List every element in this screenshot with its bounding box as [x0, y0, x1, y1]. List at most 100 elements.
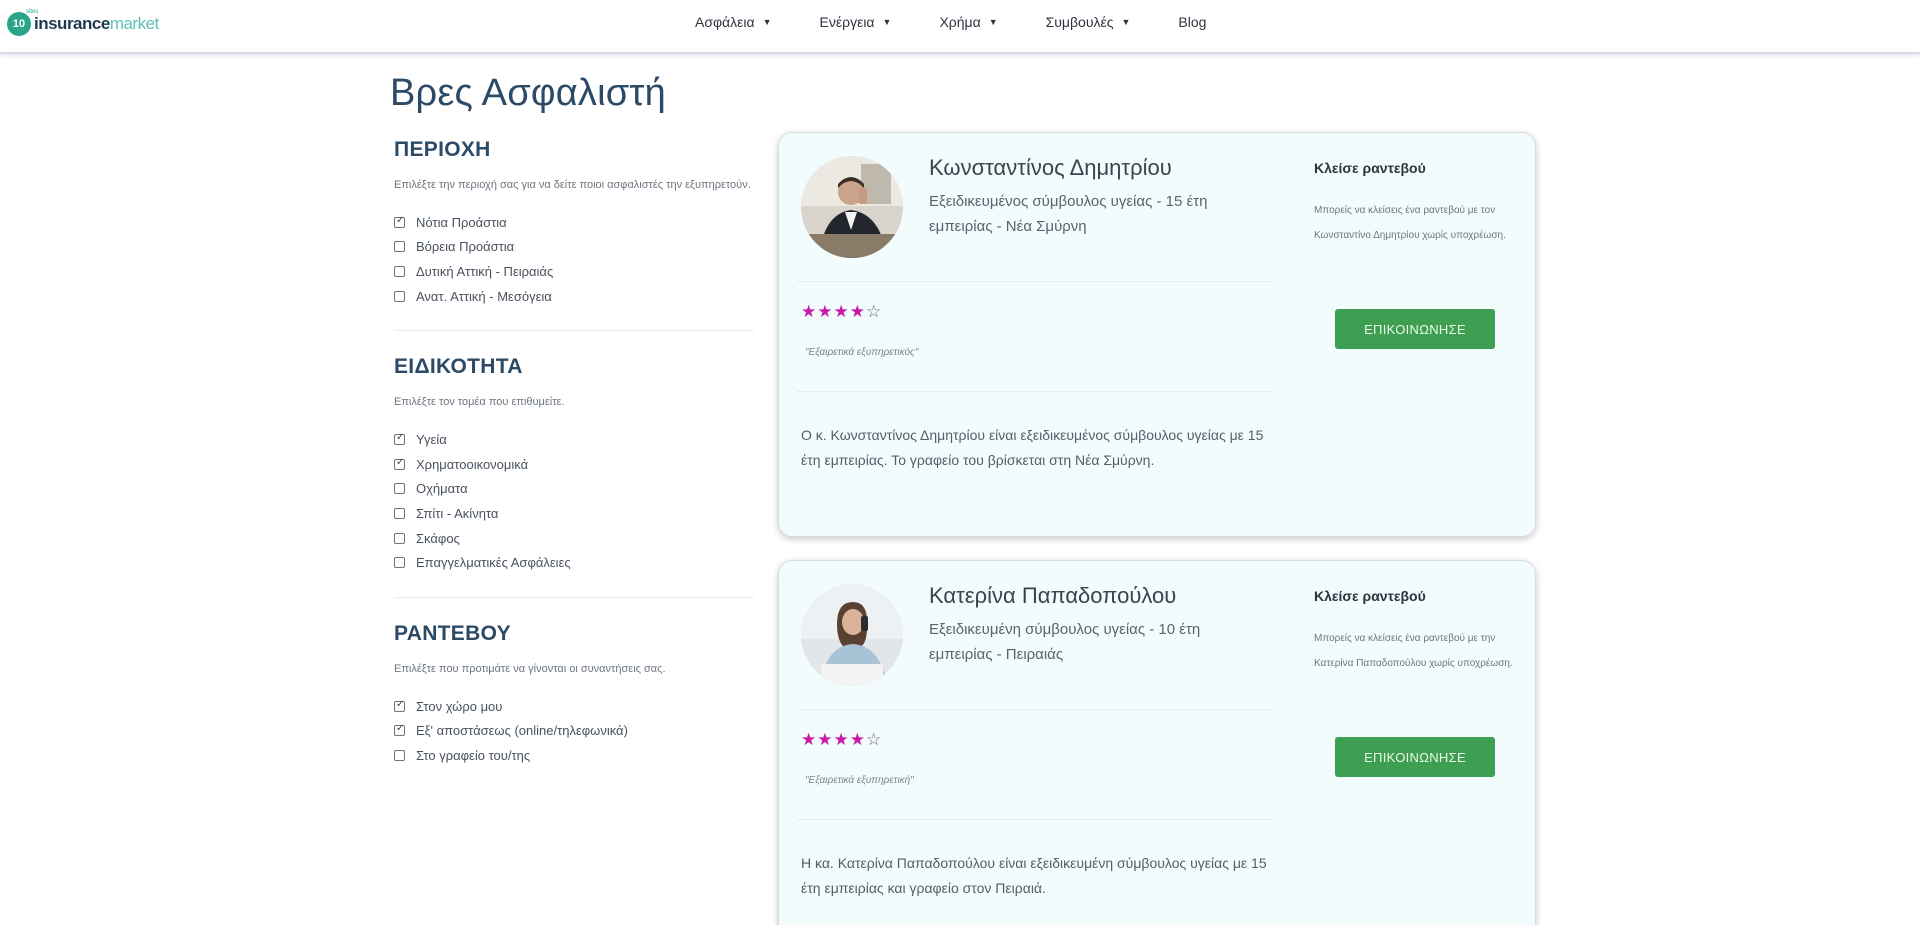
star-empty-icon: ☆	[866, 730, 882, 749]
option-label: Επαγγελματικές Ασφάλειες	[416, 555, 571, 571]
rating-stars: ★ ★ ★ ★ ☆	[801, 731, 882, 748]
chevron-down-icon: ▼	[762, 17, 772, 27]
option-label: Ανατ. Αττική - Μεσόγεια	[416, 288, 552, 304]
advisor-card: Κατερίνα Παπαδοπούλου Εξειδικευμένη σύμβ…	[778, 560, 1536, 925]
site-header: 10 sites insurancemarket Ασφάλεια ▼ Ενέρ…	[0, 0, 1920, 54]
nav-item-money[interactable]: Χρήμα ▼	[939, 14, 997, 30]
star-filled-icon: ★	[801, 730, 817, 749]
card-divider	[797, 819, 1272, 820]
option-label: Στον χώρο μου	[416, 698, 503, 714]
filter-heading: ΕΙΔΙΚΟΤΗΤΑ	[394, 355, 523, 379]
logo-brand-bold: insurance	[34, 14, 110, 33]
star-filled-icon: ★	[801, 302, 817, 321]
filter-appointment: ΡΑΝΤΕΒΟΥ Επιλέξτε που προτιμάτε να γίνον…	[394, 622, 754, 790]
filter-heading: ΠΕΡΙΟΧΗ	[394, 138, 491, 161]
appointment-title: Κλείσε ραντεβού	[1314, 160, 1426, 176]
checkbox[interactable]	[394, 457, 405, 470]
filter-description: Επιλέξτε που προτιμάτε να γίνονται οι συ…	[394, 662, 666, 675]
option-label: Δυτική Αττική - Πειραιάς	[416, 263, 554, 279]
option-label: Σπίτι - Ακίνητα	[416, 505, 499, 521]
star-filled-icon: ★	[833, 730, 849, 749]
checkbox[interactable]	[394, 432, 405, 446]
filter-option[interactable]: Οχήματα	[394, 477, 754, 502]
checkbox[interactable]	[394, 265, 405, 277]
appointment-description: Μπορείς να κλείσεις ένα ραντεβού με την …	[1314, 633, 1513, 669]
advisor-card: Κωνσταντίνος Δημητρίου Εξειδικευμένος σύ…	[778, 132, 1536, 537]
advisor-role: Εξειδικευμένος σύμβουλος υγείας - 15 έτη…	[929, 193, 1208, 235]
star-filled-icon: ★	[817, 730, 833, 749]
filter-description: Επιλέξτε την περιοχή σας για να δείτε πο…	[394, 179, 751, 191]
contact-button[interactable]: ΕΠΙΚΟΙΝΩΝΗΣΕ	[1335, 309, 1495, 349]
option-label: Σκάφος	[416, 530, 460, 546]
option-label: Στο γραφείο του/της	[416, 747, 531, 763]
filter-option[interactable]: Εξ' αποστάσεως (online/τηλεφωνικά)	[394, 719, 754, 744]
page-title: Βρες Ασφαλιστή	[390, 72, 666, 114]
filter-description: Επιλέξτε τον τομέα που επιθυμείτε.	[394, 396, 565, 409]
main-nav: Ασφάλεια ▼ Ενέργεια ▼ Χρήμα ▼ Συμβουλές …	[695, 14, 1206, 30]
nav-label: Blog	[1178, 14, 1207, 30]
card-divider	[797, 281, 1272, 282]
star-empty-icon: ☆	[866, 302, 882, 321]
advisor-bio: Ο κ. Κωνσταντίνος Δημητρίου είναι εξειδι…	[801, 427, 1264, 468]
chevron-down-icon: ▼	[882, 17, 892, 27]
option-label: Νότια Προάστια	[416, 214, 507, 230]
checkbox[interactable]	[394, 241, 405, 253]
chevron-down-icon: ▼	[988, 17, 998, 27]
filter-option[interactable]: Ανατ. Αττική - Μεσόγεια	[394, 284, 754, 309]
filter-option[interactable]: Νότια Προάστια	[394, 210, 754, 235]
nav-item-advice[interactable]: Συμβουλές ▼	[1046, 14, 1131, 30]
checkbox[interactable]	[394, 507, 405, 519]
advisor-name: Κωνσταντίνος Δημητρίου	[929, 155, 1172, 180]
contact-button[interactable]: ΕΠΙΚΟΙΝΩΝΗΣΕ	[1335, 737, 1495, 777]
option-label: Οχήματα	[416, 481, 468, 497]
nav-item-insurance[interactable]: Ασφάλεια ▼	[695, 14, 772, 30]
review-quote: "Εξαιρετικά εξυπηρετικός"	[805, 347, 919, 358]
checkbox[interactable]	[394, 723, 405, 737]
checkbox[interactable]	[394, 532, 405, 544]
nav-item-energy[interactable]: Ενέργεια ▼	[820, 14, 892, 30]
advisor-name: Κατερίνα Παπαδοπούλου	[929, 583, 1177, 608]
review-quote: "Εξαιρετικά εξυπηρετική"	[805, 775, 914, 786]
star-filled-icon: ★	[833, 302, 849, 321]
rating-stars: ★ ★ ★ ★ ☆	[801, 303, 882, 320]
star-filled-icon: ★	[849, 302, 865, 321]
filter-option[interactable]: Χρηματοοικονομικά	[394, 452, 754, 477]
filter-option[interactable]: Βόρεια Προάστια	[394, 235, 754, 260]
nav-label: Ενέργεια	[819, 14, 875, 30]
nav-label: Ασφάλεια	[695, 14, 755, 30]
checkbox[interactable]	[394, 699, 405, 712]
logo-text: insurancemarket	[34, 14, 159, 34]
checkbox[interactable]	[394, 483, 405, 495]
filter-option[interactable]: Δυτική Αττική - Πειραιάς	[394, 259, 754, 284]
appointment-description: Μπορείς να κλείσεις ένα ραντεβού με τον …	[1314, 205, 1506, 241]
star-filled-icon: ★	[817, 302, 833, 321]
filter-option[interactable]: Στον χώρο μου	[394, 694, 754, 719]
chevron-down-icon: ▼	[1121, 17, 1131, 27]
checkbox[interactable]	[394, 557, 405, 569]
filter-region: ΠΕΡΙΟΧΗ Επιλέξτε την περιοχή σας για να …	[394, 138, 754, 332]
option-label: Χρηματοοικονομικά	[416, 456, 529, 472]
site-logo[interactable]: 10 sites insurancemarket	[7, 9, 159, 38]
card-divider	[797, 709, 1272, 710]
filter-option[interactable]: Υγεία	[394, 427, 754, 452]
logo-brand-light: market	[109, 14, 159, 33]
option-label: Βόρεια Προάστια	[416, 239, 515, 255]
filters-sidebar: ΠΕΡΙΟΧΗ Επιλέξτε την περιοχή σας για να …	[394, 138, 754, 814]
checkbox[interactable]	[394, 290, 405, 302]
checkbox[interactable]	[394, 215, 405, 228]
advisor-avatar	[801, 156, 903, 258]
filter-heading: ΡΑΝΤΕΒΟΥ	[394, 621, 511, 645]
filter-option[interactable]: Σπίτι - Ακίνητα	[394, 501, 754, 526]
filter-option[interactable]: Σκάφος	[394, 526, 754, 551]
filter-option[interactable]: Στο γραφείο του/της	[394, 743, 754, 768]
nav-item-blog[interactable]: Blog	[1178, 14, 1206, 30]
checkbox[interactable]	[394, 749, 405, 761]
logo-badge-sup: sites	[26, 9, 39, 15]
advisor-role: Εξειδικευμένη σύμβουλος υγείας - 10 έτη …	[929, 621, 1201, 663]
filter-option[interactable]: Επαγγελματικές Ασφάλειες	[394, 550, 754, 575]
nav-label: Χρήμα	[939, 14, 981, 30]
nav-label: Συμβουλές	[1045, 14, 1114, 30]
option-label: Εξ' αποστάσεως (online/τηλεφωνικά)	[416, 723, 628, 739]
advisor-bio: Η κα. Κατερίνα Παπαδοπούλου είναι εξειδι…	[801, 855, 1267, 896]
option-label: Υγεία	[416, 432, 447, 448]
